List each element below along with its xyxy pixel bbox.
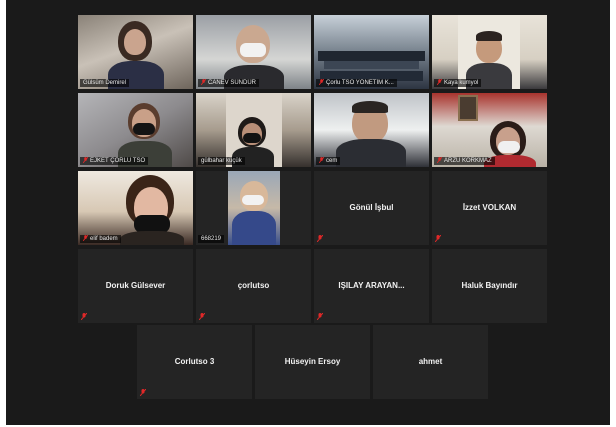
mic-off-icon xyxy=(435,235,441,242)
participant-tile[interactable]: Hüseyin Ersoy xyxy=(255,325,370,399)
mic-off-icon xyxy=(199,313,205,320)
participant-name-label: CANEV SÜNDÜR xyxy=(198,79,260,87)
participant-tile[interactable]: Doruk Gülsever xyxy=(78,249,193,323)
participant-name-label: Kaya kumyol xyxy=(434,79,482,87)
participant-tile[interactable]: cem xyxy=(314,93,429,167)
participant-tile[interactable]: ARZU KORKMAZ xyxy=(432,93,547,167)
participant-tile[interactable]: çorlutso xyxy=(196,249,311,323)
participant-name-label: ARZU KORKMAZ xyxy=(434,157,495,165)
participant-tile[interactable]: ahmet xyxy=(373,325,488,399)
participant-name-label: EJKET ÇORLU TSO xyxy=(80,157,149,165)
participant-video xyxy=(196,15,311,89)
participant-name-label: Gülsüm Demirel xyxy=(80,79,130,87)
participant-video xyxy=(78,93,193,167)
participant-tile[interactable]: Corlutso 3 xyxy=(137,325,252,399)
participant-name-label: 668219 xyxy=(198,235,225,243)
video-grid-window: Gülsüm Demirel CANEV SÜNDÜR Çorlu TSO YÖ… xyxy=(6,0,610,425)
participant-video xyxy=(432,93,547,167)
participant-name: çorlutso xyxy=(237,281,270,290)
participant-video xyxy=(196,93,311,167)
participant-tile[interactable]: EJKET ÇORLU TSO xyxy=(78,93,193,167)
mic-off-icon xyxy=(437,157,442,163)
participant-name-label: elif badem xyxy=(80,235,121,243)
participant-name-label: gülbahar küçük xyxy=(198,157,245,165)
mic-off-icon xyxy=(81,313,87,320)
participant-name: Doruk Gülsever xyxy=(105,281,166,290)
participant-video xyxy=(78,15,193,89)
participant-tile-active-speaker[interactable]: gülbahar küçük xyxy=(196,93,311,167)
participant-video xyxy=(196,171,311,245)
participant-tile[interactable]: elif badem xyxy=(78,171,193,245)
mic-off-icon xyxy=(317,313,323,320)
mic-off-icon xyxy=(319,157,324,163)
participant-video xyxy=(314,93,429,167)
participant-name: ahmet xyxy=(418,357,443,366)
participant-name: Haluk Bayındır xyxy=(461,281,518,290)
mic-off-icon xyxy=(83,235,88,241)
participant-tile[interactable]: İzzet VOLKAN xyxy=(432,171,547,245)
participant-video xyxy=(78,171,193,245)
mic-off-icon xyxy=(140,389,146,396)
participant-name: Corlutso 3 xyxy=(174,357,215,366)
mic-off-icon xyxy=(83,157,88,163)
participant-name-label: cem xyxy=(316,157,341,165)
participant-video xyxy=(314,15,429,89)
participant-tile[interactable]: Haluk Bayındır xyxy=(432,249,547,323)
participant-name-label: Çorlu TSO YÖNETİM K... xyxy=(316,79,397,87)
participant-name: IŞILAY ARAYAN... xyxy=(338,281,405,290)
mic-off-icon xyxy=(437,79,442,85)
participant-name: İzzet VOLKAN xyxy=(462,203,517,212)
participant-tile[interactable]: IŞILAY ARAYAN... xyxy=(314,249,429,323)
mic-off-icon xyxy=(201,79,206,85)
participant-tile[interactable]: 668219 xyxy=(196,171,311,245)
mic-off-icon xyxy=(317,235,323,242)
participant-tile[interactable]: Gönül İşbul xyxy=(314,171,429,245)
participant-name: Gönül İşbul xyxy=(349,203,394,212)
participant-tile[interactable]: Gülsüm Demirel xyxy=(78,15,193,89)
mic-off-icon xyxy=(319,79,324,85)
participant-tile[interactable]: Çorlu TSO YÖNETİM K... xyxy=(314,15,429,89)
participant-tile[interactable]: Kaya kumyol xyxy=(432,15,547,89)
participant-tile[interactable]: CANEV SÜNDÜR xyxy=(196,15,311,89)
participant-video xyxy=(432,15,547,89)
participant-name: Hüseyin Ersoy xyxy=(284,357,341,366)
